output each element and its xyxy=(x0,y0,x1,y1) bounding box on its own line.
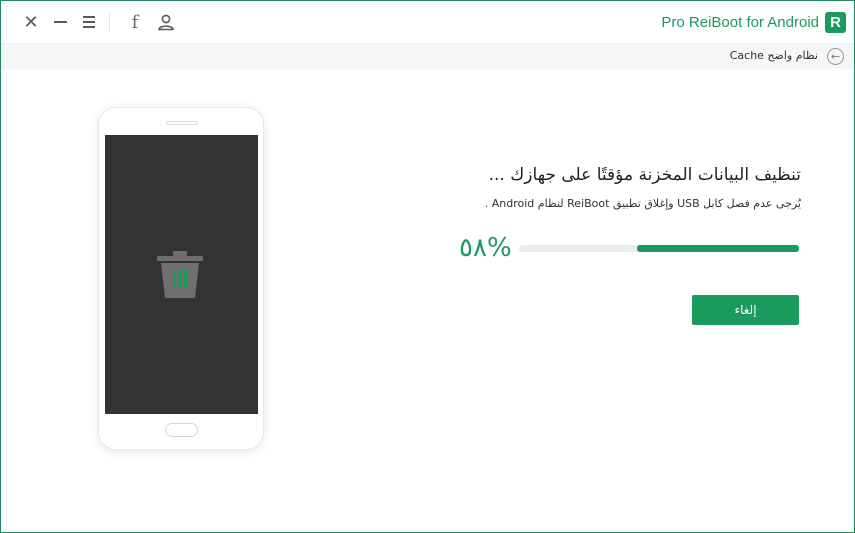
progress-bar-fill xyxy=(636,245,799,252)
progress-heading: تنظيف البيانات المخزنة مؤقتًا على جهازك … xyxy=(488,165,801,185)
progress-bar xyxy=(519,245,799,252)
breadcrumb: نظام واضح Cache xyxy=(729,49,818,62)
title-bar: ✕ f Pro ReiBoot for Android R xyxy=(1,1,854,43)
app-window: ✕ f Pro ReiBoot for Android R ← نظام واض… xyxy=(0,0,855,533)
phone-home-button xyxy=(165,423,198,437)
minimize-icon[interactable] xyxy=(49,11,71,33)
menu-icon[interactable] xyxy=(78,11,100,33)
reiboot-logo-icon: R xyxy=(825,12,846,33)
close-icon[interactable]: ✕ xyxy=(20,11,42,33)
phone-speaker xyxy=(166,121,198,125)
app-brand: Pro ReiBoot for Android R xyxy=(661,12,846,33)
user-icon[interactable] xyxy=(155,11,177,33)
app-title: Pro ReiBoot for Android xyxy=(661,14,819,31)
cancel-button[interactable]: إلغاء xyxy=(692,295,799,325)
progress-hint: يُرجى عدم فصل كابل USB وإغلاق تطبيق ReiB… xyxy=(484,197,801,210)
progress-percent: %٥٨ xyxy=(459,233,512,263)
facebook-icon[interactable]: f xyxy=(124,11,146,33)
titlebar-divider xyxy=(109,13,110,31)
phone-illustration xyxy=(98,107,264,450)
main-content: تنظيف البيانات المخزنة مؤقتًا على جهازك … xyxy=(1,69,854,532)
phone-screen xyxy=(105,135,258,414)
breadcrumb-bar: ← نظام واضح Cache xyxy=(1,43,854,69)
trash-icon xyxy=(157,251,203,298)
back-arrow-icon[interactable]: ← xyxy=(827,48,844,65)
